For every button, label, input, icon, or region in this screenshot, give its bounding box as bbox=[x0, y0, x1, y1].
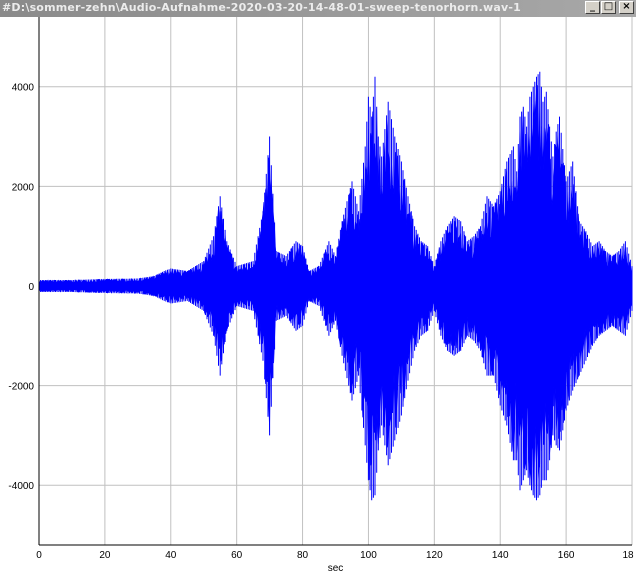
x-tick-label: 18 bbox=[622, 550, 634, 561]
y-tick-label: 4000 bbox=[12, 83, 35, 94]
x-tick-label: 20 bbox=[99, 550, 111, 561]
x-tick-label: 100 bbox=[360, 550, 377, 561]
x-tick-label: 0 bbox=[36, 550, 42, 561]
y-tick-label: 2000 bbox=[12, 182, 35, 193]
x-tick-label: 120 bbox=[426, 550, 443, 561]
y-tick-label: -4000 bbox=[8, 481, 34, 492]
waveform-peaks bbox=[38, 71, 633, 501]
x-tick-label: 60 bbox=[231, 550, 243, 561]
x-tick-label: 80 bbox=[297, 550, 309, 561]
y-tick-label: 0 bbox=[28, 282, 34, 293]
x-axis-label: sec bbox=[328, 563, 344, 574]
y-tick-label: -2000 bbox=[8, 382, 34, 393]
waveform-series bbox=[38, 71, 633, 501]
x-tick-label: 40 bbox=[165, 550, 177, 561]
waveform-plot[interactable]: 0 20 40 60 80 100 120 140 160 18 -4000 -2000 0 2000 40… bbox=[0, 0, 636, 575]
x-tick-label: 160 bbox=[558, 550, 575, 561]
x-tick-label: 140 bbox=[492, 550, 509, 561]
